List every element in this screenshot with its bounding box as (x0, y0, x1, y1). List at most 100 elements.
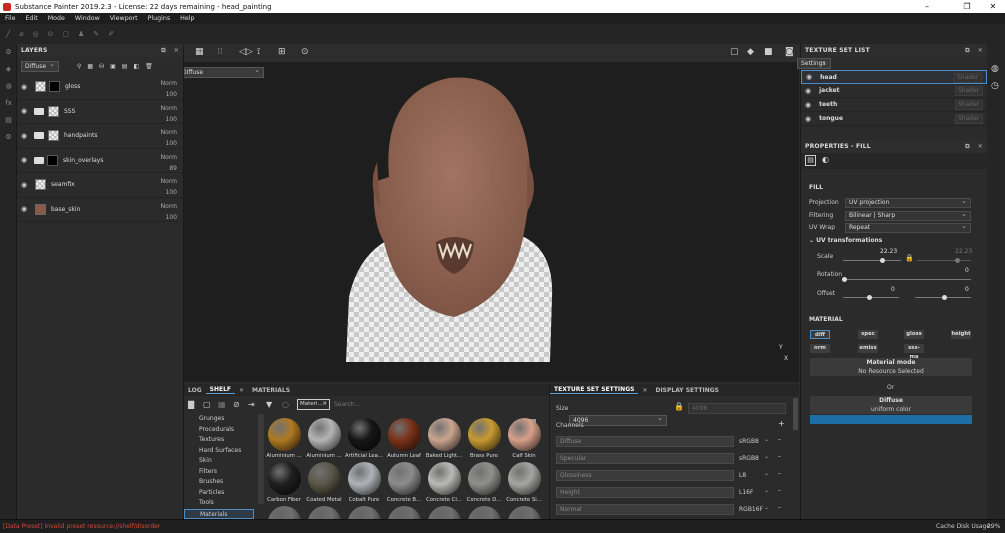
texture-set-row[interactable]: ◉ tongue Shader (801, 112, 987, 126)
menu-plugins[interactable]: Plugins (143, 15, 176, 22)
import-icon[interactable]: ⇥ (248, 400, 255, 409)
scale-slider[interactable] (843, 260, 901, 261)
reset-view-icon[interactable]: ⊙ (301, 47, 309, 57)
add-folder-icon[interactable]: ▤ (122, 63, 128, 70)
visibility-eye-icon[interactable]: ◉ (805, 101, 811, 109)
material-item[interactable]: Aluminium ... (264, 418, 304, 459)
chip-sss-ma[interactable]: sss-ma (904, 344, 924, 360)
layer-blend[interactable]: Norm 100 (161, 127, 177, 149)
document-icon[interactable]: ▤ (0, 112, 17, 129)
grid-view-icon[interactable]: ▦ (195, 47, 204, 57)
filtering-select[interactable]: Bilinear | Sharp (845, 210, 971, 221)
color-picker-icon[interactable]: ✐ (108, 30, 114, 38)
tab-close-icon[interactable]: ✕ (638, 387, 651, 394)
material-picker-icon[interactable]: ✎ (93, 30, 99, 38)
pivot-icon[interactable]: ⟟ (257, 47, 260, 57)
visibility-eye-icon[interactable]: ◉ (21, 181, 31, 189)
material-item[interactable]: Artificial Lea... (344, 418, 384, 459)
remove-channel-icon[interactable]: – (778, 436, 781, 443)
symmetry-icon[interactable]: ◁▷ (239, 47, 253, 57)
chip-height[interactable]: height (951, 330, 971, 339)
tab-shelf[interactable]: SHELF (205, 386, 236, 394)
scale-slider-2-knob[interactable] (955, 258, 960, 263)
shader-select[interactable]: Shader (955, 86, 983, 96)
folder-icon[interactable]: ▇ (188, 400, 194, 409)
texture-set-row[interactable]: ◉ jacket Shader (801, 84, 987, 98)
material-mode-box[interactable]: Material mode No Resource Selected (810, 358, 972, 376)
material-item[interactable]: Cobalt Pure (344, 462, 384, 503)
material-item[interactable] (264, 506, 304, 519)
texture-set-row[interactable]: ◉ teeth Shader (801, 98, 987, 112)
material-item[interactable]: Brass Pure (464, 418, 504, 459)
chip-emiss[interactable]: emiss (858, 344, 878, 353)
material-item[interactable]: Aluminium ... (304, 418, 344, 459)
layer-row[interactable]: ◉ SSS Norm 100 (17, 100, 183, 124)
chip-gloss[interactable]: gloss (904, 330, 924, 339)
hide-icon[interactable]: ⊘ (233, 400, 240, 409)
material-item[interactable] (384, 506, 424, 519)
scale-slider-knob[interactable] (880, 258, 885, 263)
layer-blend[interactable]: Norm 89 (161, 152, 177, 174)
dotted-grid-icon[interactable]: ⁞⁞ (217, 47, 223, 57)
offset-y-knob[interactable] (942, 295, 947, 300)
material-item[interactable] (304, 506, 344, 519)
shader-select[interactable]: Shader (955, 114, 983, 124)
chevron-down-icon[interactable]: ⌄ (764, 504, 769, 511)
camera-icon[interactable]: ■ (764, 47, 773, 57)
visibility-eye-icon[interactable]: ◉ (21, 83, 31, 91)
shading-icon[interactable]: ◍ (0, 78, 17, 95)
tab-materials[interactable]: MATERIALS (248, 387, 294, 394)
channel-select[interactable]: Diffuse (21, 60, 59, 72)
visibility-eye-icon[interactable]: ◉ (21, 156, 31, 164)
material-item[interactable]: Coated Metal (304, 462, 344, 503)
category-skin[interactable]: Skin (184, 456, 254, 467)
rotation-slider-knob[interactable] (842, 277, 847, 282)
tab-display-settings[interactable]: DISPLAY SETTINGS (651, 387, 723, 394)
uv-transformations-toggle[interactable]: ⌄ UV transformations (809, 237, 882, 244)
visibility-eye-icon[interactable]: ◉ (21, 107, 31, 115)
layer-row[interactable]: ◉ skin_overlays Norm 89 (17, 149, 183, 174)
menu-mode[interactable]: Mode (43, 15, 70, 22)
paint-tool-icon[interactable]: ╱ (6, 30, 10, 38)
material-item[interactable]: Concrete B... (384, 462, 424, 503)
minimize-icon[interactable]: – (912, 0, 942, 13)
new-icon[interactable]: ▢ (203, 400, 211, 409)
chevron-down-icon[interactable]: ⌄ (764, 453, 769, 460)
chip-spec[interactable]: spec (858, 330, 878, 339)
scale-lock-icon[interactable]: 🔒 (905, 254, 914, 262)
viewport-3d[interactable]: Diffuse Y X (184, 62, 799, 382)
tss-scrollbar[interactable] (793, 398, 798, 430)
add-channel-icon[interactable]: + (778, 419, 785, 428)
category-brushes[interactable]: Brushes (184, 477, 254, 488)
duplicate-icon[interactable]: ◧ (133, 63, 139, 70)
layer-blend[interactable]: Norm 100 (161, 201, 177, 223)
display-mode-icon[interactable]: ▢ (730, 47, 739, 57)
tab-texture-set-settings[interactable]: TEXTURE SET SETTINGS (550, 386, 639, 394)
material-item[interactable]: Calf Skin (504, 418, 544, 459)
circle-filter-icon[interactable]: ○ (282, 400, 289, 409)
layer-blend[interactable]: Norm 100 (161, 78, 177, 100)
settings-dropdown[interactable]: Settings (797, 57, 831, 69)
material-item[interactable] (504, 506, 544, 519)
shader-select[interactable]: Shader (954, 73, 982, 83)
material-item[interactable] (464, 506, 504, 519)
category-grunges[interactable]: Grunges (184, 414, 254, 425)
history-clock-icon[interactable]: ◷ (991, 81, 999, 91)
frame-icon[interactable]: ⊞ (278, 47, 286, 57)
visibility-eye-icon[interactable]: ◉ (21, 132, 31, 140)
category-particles[interactable]: Particles (184, 488, 254, 499)
add-fill-layer-icon[interactable]: ⛁ (99, 63, 104, 70)
light-icon[interactable]: ◆ (747, 47, 754, 57)
delete-layer-icon[interactable]: 🗑 (145, 63, 153, 70)
material-tab-icon[interactable]: ◐ (822, 155, 829, 164)
visibility-eye-icon[interactable]: ◉ (806, 73, 812, 81)
offset-x-knob[interactable] (867, 295, 872, 300)
shelf-search-input[interactable] (334, 399, 534, 410)
tab-log[interactable]: LOG (184, 387, 206, 394)
category-textures[interactable]: Textures (184, 435, 254, 446)
close-panel-icon[interactable]: ✕ (978, 47, 983, 54)
remove-channel-icon[interactable]: – (778, 470, 781, 477)
add-effect-icon[interactable]: ⚲ (77, 63, 81, 70)
history-icon[interactable]: ⚙ (0, 129, 17, 146)
eraser-tool-icon[interactable]: ⌀ (19, 30, 23, 38)
